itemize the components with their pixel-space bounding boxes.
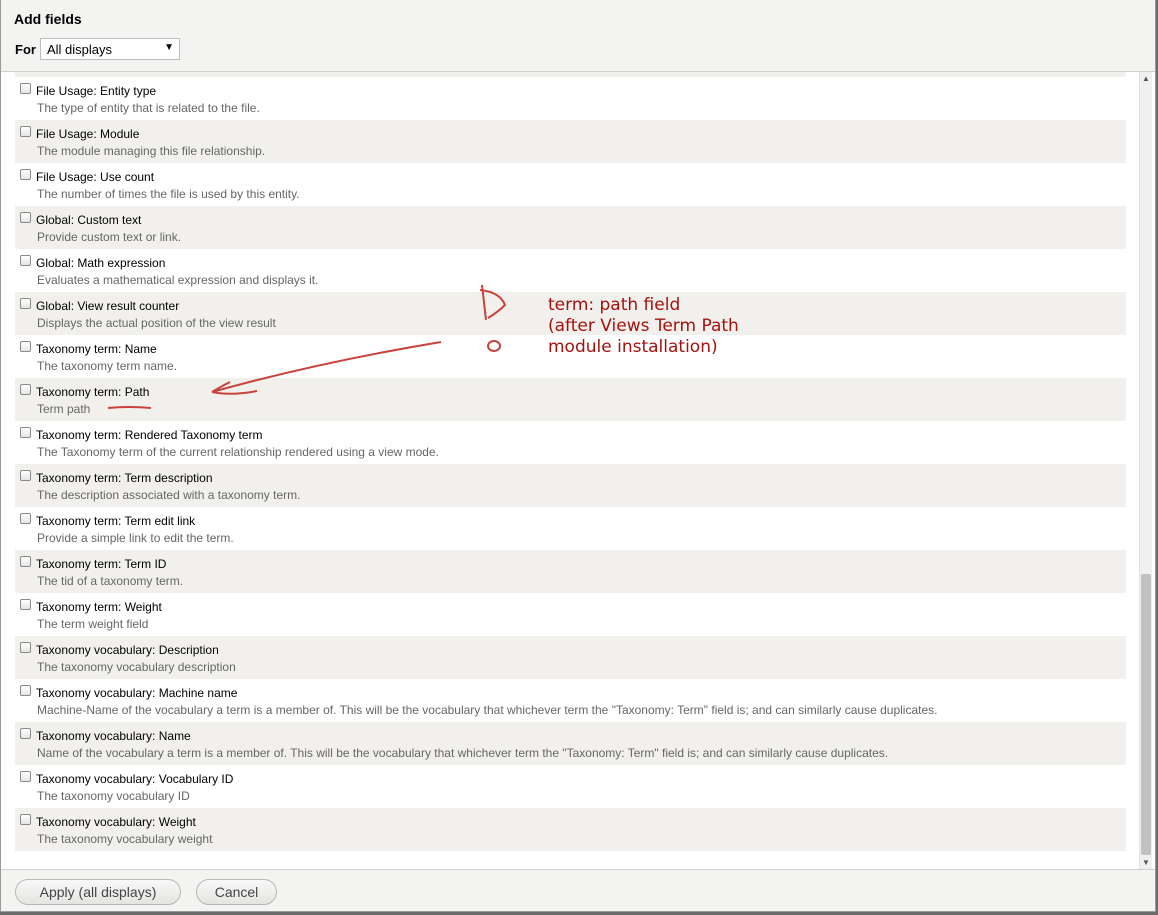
field-description: Evaluates a mathematical expression and … [37,273,319,287]
dropdown-arrow-icon: ▼ [164,42,174,53]
field-name: File Usage: Module [36,127,140,141]
field-checkbox[interactable] [20,298,31,309]
field-name: Taxonomy vocabulary: Description [36,643,219,657]
display-select[interactable]: All displays ▼ [40,38,180,60]
field-checkbox[interactable] [20,341,31,352]
field-description: Machine-Name of the vocabulary a term is… [37,703,938,717]
scroll-up-icon[interactable]: ▲ [1142,74,1150,83]
field-checkbox[interactable] [20,728,31,739]
annotation-line: module installation) [548,337,718,357]
field-checkbox[interactable] [20,83,31,94]
field-row[interactable]: Taxonomy term: Weight The term weight fie… [15,593,1126,636]
field-checkbox[interactable] [20,814,31,825]
dialog-title: Add fields [14,11,82,27]
field-name: Global: Math expression [36,256,166,270]
field-description: Provide custom text or link. [37,230,182,244]
fields-list-scroll-area[interactable]: File Usage: Entity type The type of entit… [1,72,1155,869]
field-description: The tid of a taxonomy term. [37,574,184,588]
fields-list: File Usage: Entity type The type of entit… [15,77,1126,851]
field-name: Global: View result counter [36,299,180,313]
field-name: Taxonomy term: Term description [36,471,213,485]
field-name: Taxonomy term: Term edit link [36,514,196,528]
cancel-button[interactable]: Cancel [196,879,277,905]
field-name: Taxonomy vocabulary: Weight [36,815,196,829]
field-checkbox[interactable] [20,212,31,223]
field-name: File Usage: Entity type [36,84,157,98]
for-label: For [15,42,36,57]
field-row[interactable]: Taxonomy vocabulary: Description The taxo… [15,636,1126,679]
field-name: Global: Custom text [36,213,142,227]
field-name: Taxonomy term: Rendered Taxonomy term [36,428,263,442]
field-description: Name of the vocabulary a term is a membe… [37,746,889,760]
field-row[interactable]: Taxonomy term: Rendered Taxonomy term The… [15,421,1126,464]
field-name: Taxonomy vocabulary: Name [36,729,191,743]
field-description: The description associated with a taxono… [37,488,301,502]
annotation-line: (after Views Term Path [548,316,739,336]
field-description: The taxonomy vocabulary weight [37,832,213,846]
dialog-header: Add fields For All displays ▼ [1,0,1155,72]
field-description: Provide a simple link to edit the term. [37,531,234,545]
field-name: File Usage: Use count [36,170,155,184]
field-row[interactable]: Taxonomy vocabulary: Vocabulary ID The ta… [15,765,1126,808]
field-checkbox[interactable] [20,685,31,696]
field-description: Term path [37,402,91,416]
field-description: The Taxonomy term of the current relatio… [37,445,439,459]
field-row[interactable]: Taxonomy term: Path Term path [15,378,1126,421]
annotation-line: term: path field [548,295,681,315]
apply-button[interactable]: Apply (all displays) [15,879,181,905]
field-row[interactable]: Global: Math expression Evaluates a mathe… [15,249,1126,292]
field-checkbox[interactable] [20,169,31,180]
field-description: The number of times the file is used by … [37,187,300,201]
field-name: Taxonomy vocabulary: Machine name [36,686,238,700]
field-row[interactable]: Taxonomy term: Term description The descr… [15,464,1126,507]
dialog-footer: Apply (all displays) Cancel [1,869,1155,911]
field-checkbox[interactable] [20,427,31,438]
field-row[interactable]: Taxonomy term: Term edit link Provide a s… [15,507,1126,550]
field-row[interactable]: Taxonomy vocabulary: Name Name of the voc… [15,722,1126,765]
field-name: Taxonomy vocabulary: Vocabulary ID [36,772,234,786]
field-description: The taxonomy term name. [37,359,178,373]
field-description: The module managing this file relationsh… [37,144,266,158]
field-name: Taxonomy term: Path [36,385,150,399]
field-row[interactable]: File Usage: Use count The number of times… [15,163,1126,206]
field-description: The taxonomy vocabulary ID [37,789,190,803]
field-checkbox[interactable] [20,470,31,481]
field-name: Taxonomy term: Name [36,342,157,356]
scrollbar-thumb[interactable] [1141,574,1151,855]
field-name: Taxonomy term: Weight [36,600,162,614]
field-row[interactable]: File Usage: Module The module managing th… [15,120,1126,163]
field-row[interactable]: Taxonomy term: Term ID The tid of a taxon… [15,550,1126,593]
field-row[interactable]: Taxonomy vocabulary: Machine name Machine… [15,679,1126,722]
field-row[interactable]: File Usage: Entity type The type of entit… [15,77,1126,120]
field-checkbox[interactable] [20,255,31,266]
field-description: The term weight field [37,617,149,631]
display-select-value: All displays [47,42,113,57]
field-row[interactable]: Taxonomy vocabulary: Weight The taxonomy … [15,808,1126,851]
field-checkbox[interactable] [20,642,31,653]
field-checkbox[interactable] [20,771,31,782]
field-description: Displays the actual position of the view… [37,316,276,330]
field-checkbox[interactable] [20,556,31,567]
field-checkbox[interactable] [20,599,31,610]
field-checkbox[interactable] [20,384,31,395]
field-name: Taxonomy term: Term ID [36,557,167,571]
field-row[interactable]: Global: Custom text Provide custom text o… [15,206,1126,249]
field-checkbox[interactable] [20,126,31,137]
add-fields-dialog: Add fields For All displays ▼ File Usage… [0,0,1156,912]
field-checkbox[interactable] [20,513,31,524]
field-description: The taxonomy vocabulary description [37,660,236,674]
scrollbar[interactable]: ▲ ▼ [1139,72,1152,869]
scroll-down-icon[interactable]: ▼ [1142,858,1150,867]
annotation-note: term: path field (after Views Term Path … [548,295,739,358]
field-description: The type of entity that is related to th… [37,101,260,115]
